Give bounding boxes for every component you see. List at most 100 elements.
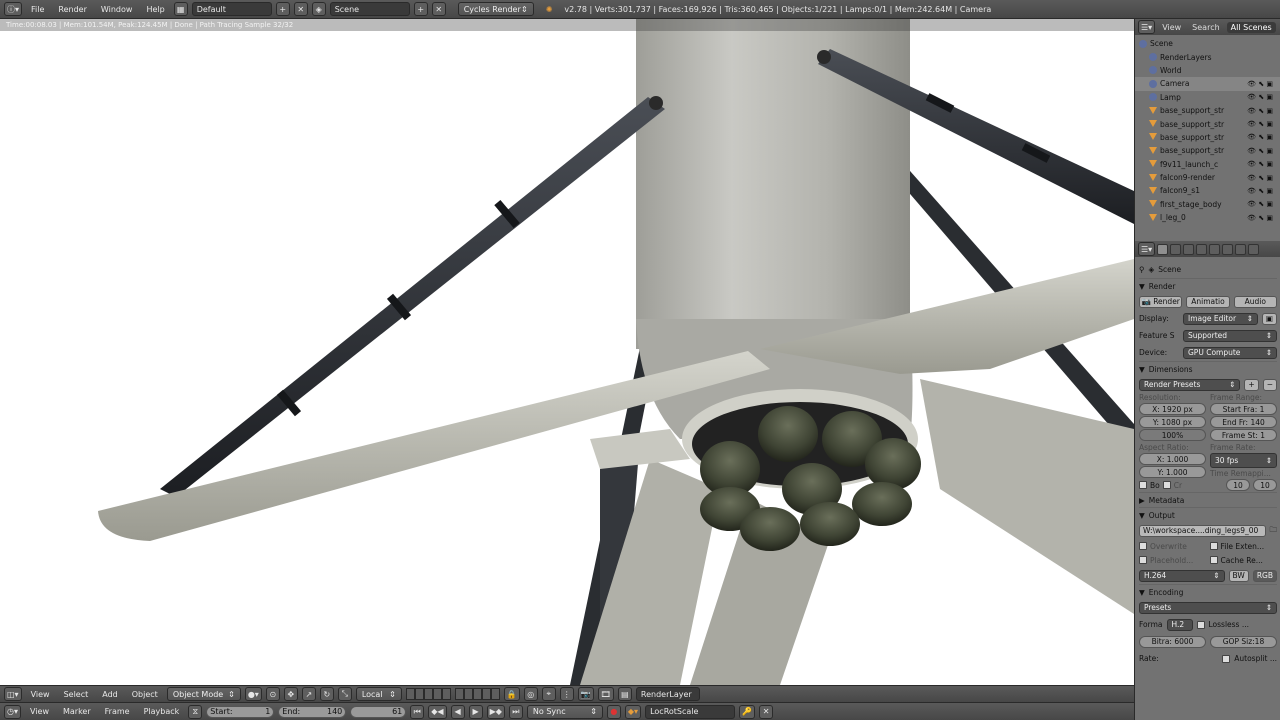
object-tab-icon[interactable] (1209, 243, 1221, 255)
world-tab-icon[interactable] (1196, 243, 1208, 255)
file-format-dropdown[interactable]: H.264 ⇕ (1139, 569, 1225, 582)
outliner-item[interactable]: Scene (1135, 37, 1280, 50)
translate-manipulator-icon[interactable]: ↗ (301, 687, 316, 701)
time-remap-old-field[interactable]: 10 (1226, 479, 1250, 491)
outliner-item[interactable]: f9v11_launch_c 👁 ⬉ ▣ (1135, 158, 1280, 171)
play-icon[interactable]: ▶ (468, 704, 483, 719)
visibility-icons[interactable]: 👁 ⬉ ▣ (1247, 93, 1280, 101)
gop-size-field[interactable]: GOP Siz:18 (1210, 635, 1277, 648)
3d-view-editor-type-button[interactable]: ◫▾ (4, 687, 22, 701)
add-preset-button[interactable]: + (1244, 378, 1259, 391)
opengl-render-icon[interactable]: 📷 (577, 687, 594, 701)
outliner-item[interactable]: RenderLayers (1135, 50, 1280, 63)
menu-help[interactable]: Help (141, 5, 169, 14)
overwrite-checkbox[interactable] (1139, 542, 1147, 550)
menu-add[interactable]: Add (97, 690, 123, 699)
visibility-icons[interactable]: 👁 ⬉ ▣ (1247, 187, 1280, 195)
next-keyframe-icon[interactable]: ▶◆ (486, 704, 505, 719)
insert-keyframe-icon[interactable]: 🔑 (739, 704, 756, 719)
rgb-button[interactable]: RGB (1252, 569, 1277, 582)
visibility-icons[interactable]: 👁 ⬉ ▣ (1247, 200, 1280, 208)
outliner-item[interactable]: first_stage_body 👁 ⬉ ▣ (1135, 198, 1280, 211)
visibility-icons[interactable]: 👁 ⬉ ▣ (1247, 174, 1280, 182)
keying-set-icon[interactable]: ◆▾ (624, 704, 642, 719)
manipulator-button[interactable]: ✥ (283, 687, 298, 701)
render-layers-tab-icon[interactable] (1170, 243, 1182, 255)
frame-rate-dropdown[interactable]: 30 fps ⇕ (1210, 453, 1277, 468)
render-still-button[interactable]: 📷 Render (1139, 295, 1183, 308)
menu-marker[interactable]: Marker (58, 707, 96, 716)
screen-layout-field[interactable]: Default (191, 2, 272, 16)
render-animation-button[interactable]: Animatio (1186, 295, 1230, 308)
remove-scene-icon[interactable]: ✕ (431, 2, 446, 16)
modifiers-tab-icon[interactable] (1235, 243, 1247, 255)
transform-orientation-dropdown[interactable]: Local ⇕ (355, 687, 402, 701)
render-engine-dropdown[interactable]: Cycles Render ⇕ (457, 2, 534, 16)
visibility-icons[interactable]: 👁 ⬉ ▣ (1247, 120, 1280, 128)
start-frame-timeline-field[interactable]: Start: 1 (206, 705, 275, 718)
resolution-y-field[interactable]: Y: 1080 px (1139, 416, 1206, 428)
snap-icon[interactable]: ⌖ (541, 687, 556, 701)
lock-interface-button[interactable]: ▣ (1261, 312, 1277, 325)
display-dropdown[interactable]: Image Editor ⇕ (1183, 312, 1258, 325)
crop-checkbox[interactable] (1162, 481, 1171, 489)
outliner-item[interactable]: base_support_str 👁 ⬉ ▣ (1135, 131, 1280, 144)
outliner-editor-type-button[interactable]: ☰▾ (1138, 20, 1156, 34)
sync-mode-dropdown[interactable]: No Sync ⇕ (526, 704, 603, 719)
feature-set-dropdown[interactable]: Supported ⇕ (1183, 329, 1277, 342)
scene-field[interactable]: Scene (329, 2, 410, 16)
visibility-icons[interactable]: 👁 ⬉ ▣ (1247, 107, 1280, 115)
resolution-percentage-field[interactable]: 100% (1139, 429, 1206, 441)
end-frame-timeline-field[interactable]: End: 140 (278, 705, 347, 718)
jump-end-icon[interactable]: ⏭ (508, 704, 523, 719)
menu-file[interactable]: File (26, 5, 49, 14)
dimensions-panel-header[interactable]: ▼ Dimensions (1139, 361, 1277, 376)
tab-search[interactable]: Search (1188, 22, 1223, 33)
viewport-shading-button[interactable]: ●▾ (244, 687, 262, 701)
timeline-editor-type-button[interactable]: ◷▾ (4, 704, 21, 719)
start-frame-field[interactable]: Start Fra: 1 (1210, 403, 1277, 415)
menu-select[interactable]: Select (59, 690, 94, 699)
device-dropdown[interactable]: GPU Compute ⇕ (1183, 346, 1277, 359)
screen-layout-icon[interactable]: ▦ (173, 2, 188, 16)
frame-step-field[interactable]: Frame St: 1 (1210, 429, 1277, 441)
layer-buttons-a[interactable] (405, 688, 451, 700)
output-panel-header[interactable]: ▼ Output (1139, 507, 1277, 522)
info-editor-type-button[interactable]: ⓘ▾ (4, 2, 23, 16)
remove-layout-icon[interactable]: ✕ (293, 2, 308, 16)
autosplit-checkbox[interactable] (1222, 654, 1231, 663)
aspect-x-field[interactable]: X: 1.000 (1139, 453, 1206, 465)
auto-keying-record-icon[interactable]: ● (606, 704, 621, 719)
outliner-item[interactable]: falcon9-render 👁 ⬉ ▣ (1135, 171, 1280, 184)
visibility-icons[interactable]: 👁 ⬉ ▣ (1247, 80, 1280, 88)
menu-object[interactable]: Object (127, 690, 163, 699)
aspect-y-field[interactable]: Y: 1.000 (1139, 466, 1206, 478)
encoding-panel-header[interactable]: ▼ Encoding (1139, 584, 1277, 599)
delete-keyframe-icon[interactable]: ✕ (759, 704, 774, 719)
scale-manipulator-icon[interactable]: ⤡ (337, 687, 352, 701)
output-path-field[interactable]: W:\workspace....ding_legs9_00 (1139, 524, 1266, 537)
folder-icon[interactable]: 🗀 (1270, 524, 1278, 537)
pivot-point-button[interactable]: ⊙ (265, 687, 280, 701)
resolution-x-field[interactable]: X: 1920 px (1139, 403, 1206, 415)
material-tab-icon[interactable] (1248, 243, 1260, 255)
visibility-icons[interactable]: 👁 ⬉ ▣ (1247, 133, 1280, 141)
proportional-edit-icon[interactable]: ◎ (523, 687, 538, 701)
keying-set-field[interactable]: LocRotScale (645, 704, 736, 719)
preview-range-icon[interactable]: ⧖ (188, 704, 203, 719)
menu-view[interactable]: View (26, 690, 55, 699)
render-layer-icon[interactable]: ▤ (617, 687, 632, 701)
render-tab-icon[interactable] (1157, 243, 1169, 255)
visibility-icons[interactable]: 👁 ⬉ ▣ (1247, 160, 1280, 168)
metadata-panel-header[interactable]: ▶ Metadata (1139, 492, 1277, 507)
encoding-format-dropdown[interactable]: H.2 (1166, 618, 1193, 631)
add-scene-icon[interactable]: + (413, 2, 428, 16)
constraints-tab-icon[interactable] (1222, 243, 1234, 255)
pin-icon[interactable]: ⚲ (1139, 265, 1145, 274)
border-checkbox[interactable] (1139, 481, 1147, 489)
render-audio-button[interactable]: Audio (1233, 295, 1277, 308)
remove-preset-button[interactable]: − (1262, 378, 1277, 391)
menu-timeline-view[interactable]: View (25, 707, 54, 716)
render-presets-dropdown[interactable]: Render Presets ⇕ (1139, 378, 1241, 391)
scene-tab-icon[interactable] (1183, 243, 1195, 255)
